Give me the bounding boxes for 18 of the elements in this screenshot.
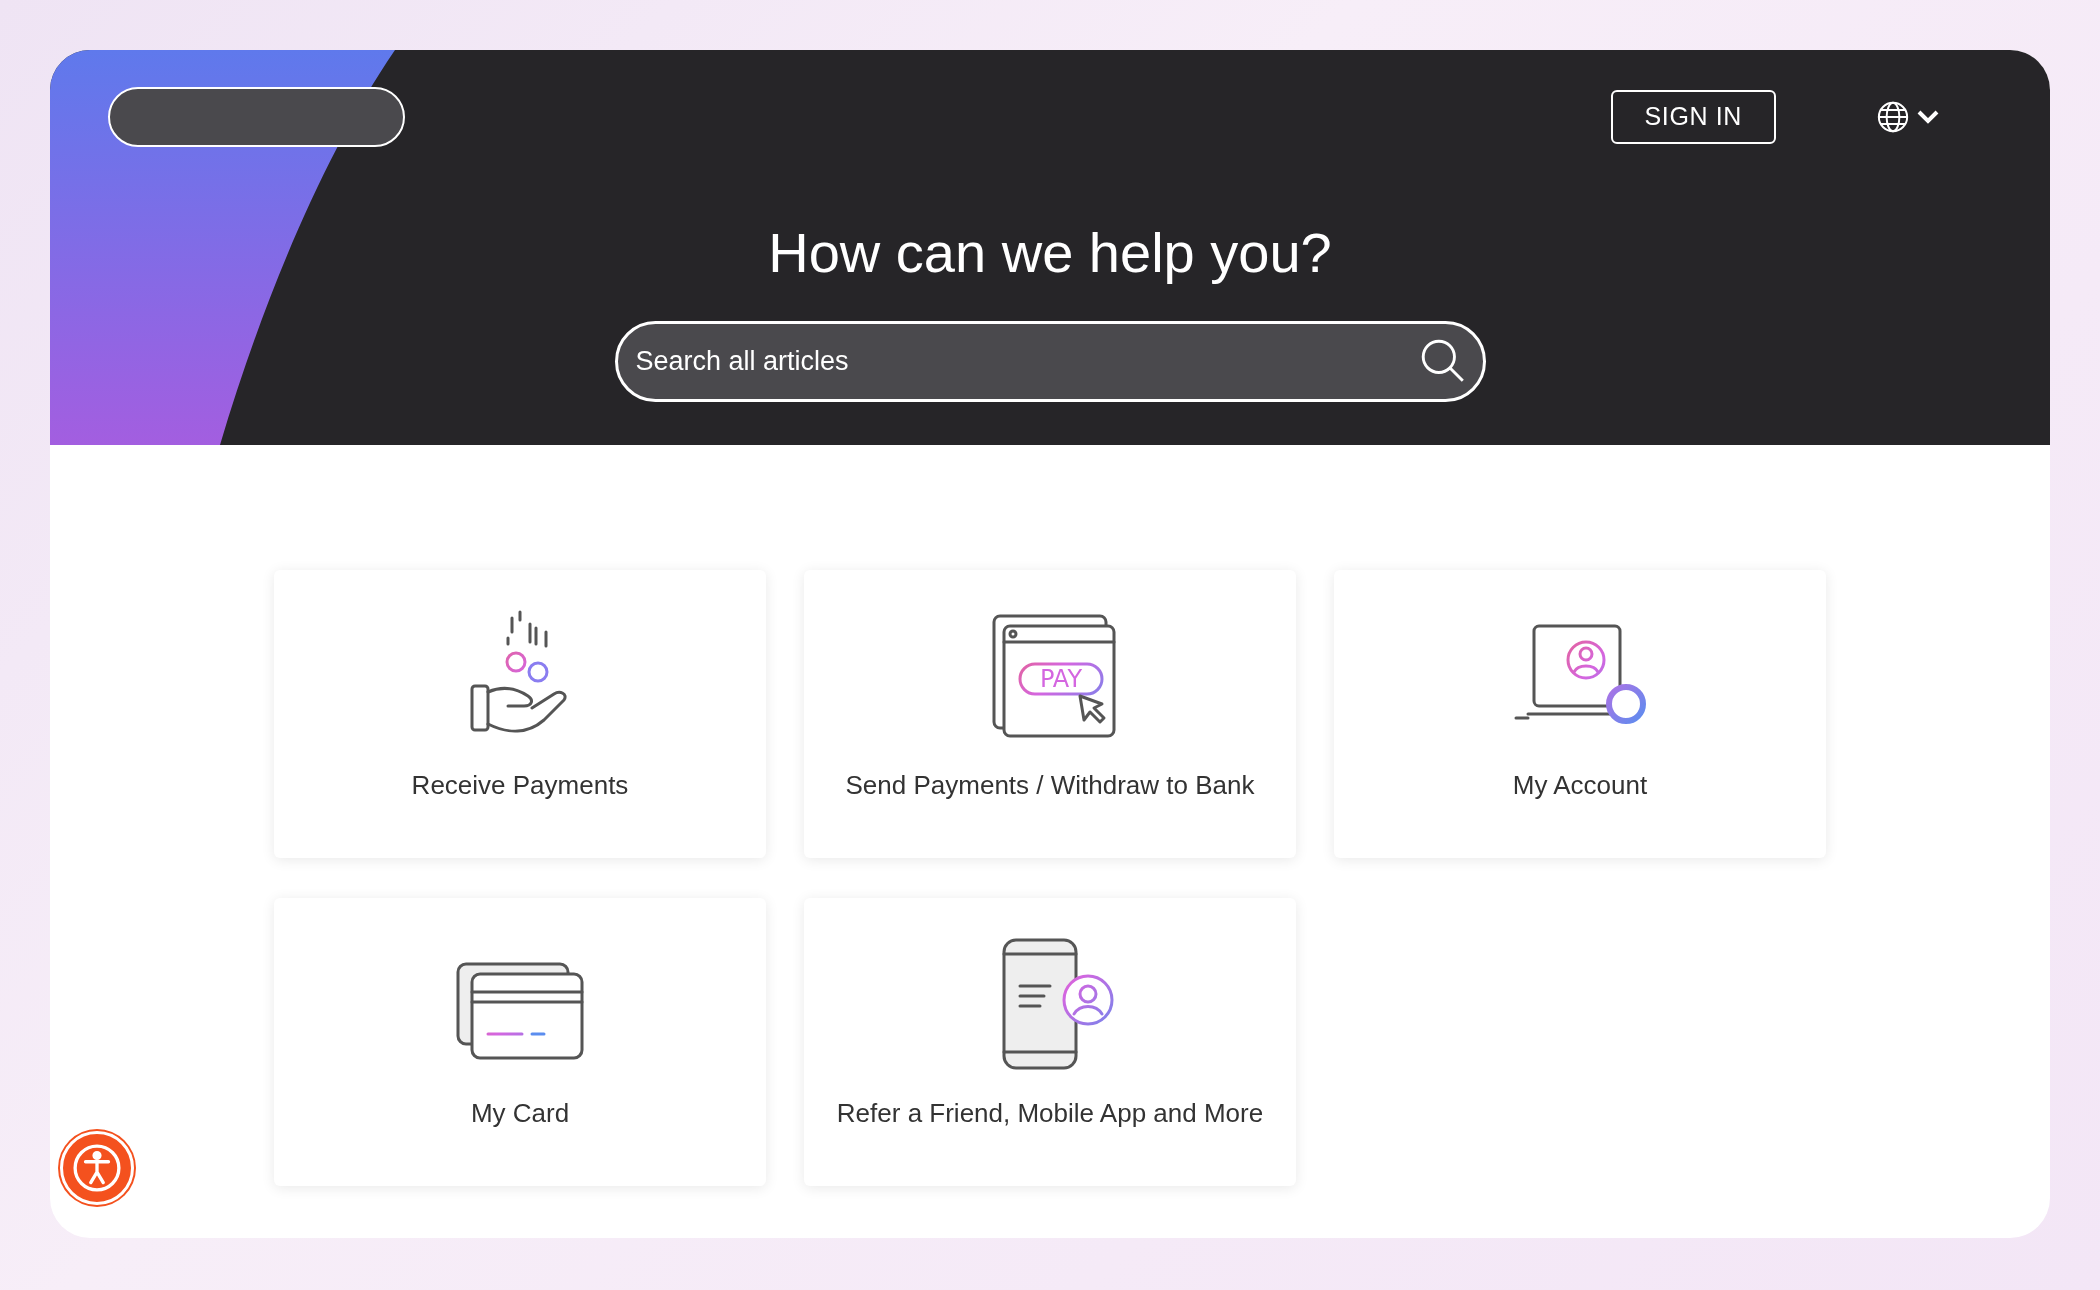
category-title: Send Payments / Withdraw to Bank	[845, 769, 1255, 802]
category-card[interactable]: Refer a Friend, Mobile App and More	[804, 898, 1296, 1186]
logo-placeholder[interactable]	[108, 87, 405, 147]
category-card[interactable]: My Account	[1334, 570, 1826, 858]
search-field[interactable]: Search all articles	[614, 321, 1486, 402]
category-card[interactable]: PAY Send Payments / Withdraw to Bank	[804, 570, 1296, 858]
chevron-down-icon	[1916, 108, 1940, 126]
category-title: My Account	[1512, 769, 1648, 802]
accessibility-button[interactable]	[60, 1131, 134, 1205]
category-title: Refer a Friend, Mobile App and More	[836, 1097, 1264, 1130]
globe-icon	[1876, 100, 1910, 134]
category-title: Receive Payments	[411, 769, 629, 802]
category-title: My Card	[470, 1097, 570, 1130]
language-selector[interactable]	[1876, 100, 1940, 134]
accessibility-icon	[72, 1143, 122, 1193]
category-card[interactable]: Receive Payments	[274, 570, 766, 858]
sign-in-button[interactable]: SIGN IN	[1610, 90, 1776, 144]
category-card[interactable]: My Card	[274, 898, 766, 1186]
